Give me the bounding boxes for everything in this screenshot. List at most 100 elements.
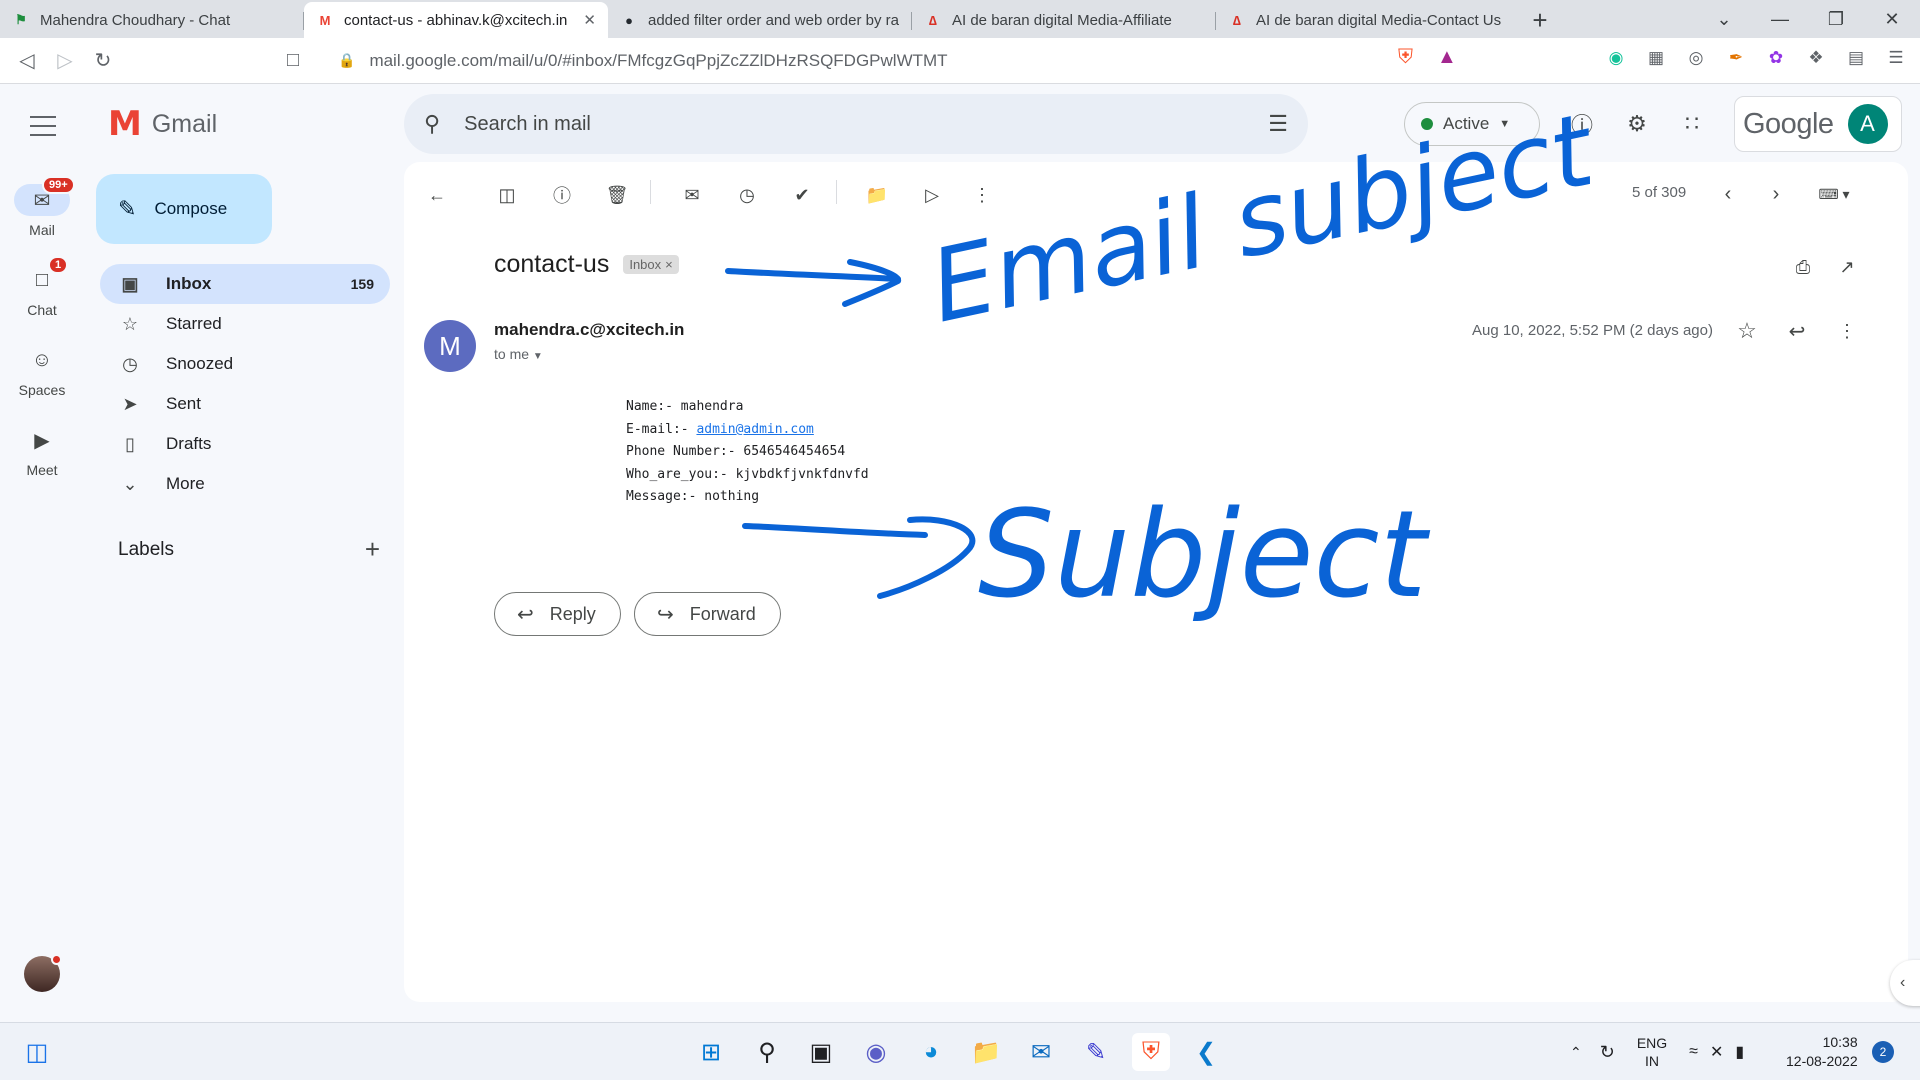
forward-button[interactable]: ↪ Forward bbox=[634, 592, 781, 636]
color-picker-icon[interactable]: ✒ bbox=[1722, 44, 1750, 72]
input-tools-icon[interactable]: ⌨ ▾ bbox=[1810, 180, 1858, 208]
account-switcher[interactable]: Google A bbox=[1734, 96, 1902, 152]
mark-unread-icon[interactable]: ✉ bbox=[677, 180, 707, 210]
status-label: Active bbox=[1443, 114, 1490, 133]
teams-chat-icon[interactable]: ◉ bbox=[857, 1033, 895, 1071]
apps-grid-icon[interactable]: ∷ bbox=[1676, 108, 1708, 140]
search-bar[interactable]: ⚲ Search in mail ☰ bbox=[404, 94, 1308, 154]
extension-icon[interactable]: ▦ bbox=[1642, 44, 1670, 72]
forward-icon[interactable]: ▷ bbox=[46, 42, 84, 80]
compose-button[interactable]: ✎ Compose bbox=[96, 174, 272, 244]
vscode-icon[interactable]: ❮ bbox=[1187, 1033, 1225, 1071]
tab-github[interactable]: ● added filter order and web order by ra bbox=[608, 2, 912, 38]
add-label-icon[interactable]: + bbox=[365, 534, 380, 565]
restore-icon[interactable]: ❐ bbox=[1808, 0, 1864, 38]
nav-drafts[interactable]: ▯ Drafts bbox=[100, 424, 390, 464]
tab-contact-us[interactable]: ∆ AI de baran digital Media-Contact Us bbox=[1216, 2, 1520, 38]
widgets-icon[interactable]: ◫ bbox=[18, 1033, 56, 1071]
rail-spaces[interactable]: ☺ Spaces bbox=[8, 344, 76, 399]
nav-starred[interactable]: ☆ Starred bbox=[100, 304, 390, 344]
rail-chat[interactable]: □ 1 Chat bbox=[8, 256, 76, 318]
rail-mail[interactable]: ✉ 99+ Mail bbox=[8, 176, 76, 238]
newer-chevron-icon[interactable]: ‹ bbox=[1714, 180, 1742, 208]
close-tab-icon[interactable]: ✕ bbox=[583, 11, 596, 29]
file-explorer-icon[interactable]: 📁 bbox=[967, 1033, 1005, 1071]
reload-icon[interactable]: ↻ bbox=[84, 42, 122, 80]
puzzle-icon[interactable]: ❖ bbox=[1802, 44, 1830, 72]
star-icon[interactable]: ☆ bbox=[1732, 316, 1762, 346]
add-task-icon[interactable]: ✔ bbox=[787, 180, 817, 210]
move-to-icon[interactable]: 📁 bbox=[862, 180, 892, 210]
nav-inbox[interactable]: ▣ Inbox 159 bbox=[100, 264, 390, 304]
sender-email[interactable]: mahendra.c@xcitech.in bbox=[494, 320, 684, 340]
tab-chat[interactable]: ⚑ Mahendra Choudhary - Chat bbox=[0, 2, 304, 38]
sender-avatar[interactable]: M bbox=[424, 320, 476, 372]
close-window-icon[interactable]: ✕ bbox=[1864, 0, 1920, 38]
mail-app-icon[interactable]: ✉ bbox=[1022, 1033, 1060, 1071]
lock-icon: 🔒 bbox=[338, 52, 356, 68]
search-icon[interactable]: ⚲ bbox=[748, 1033, 786, 1071]
report-spam-icon[interactable]: ⓘ bbox=[547, 180, 577, 210]
help-icon[interactable]: ⓘ bbox=[1566, 108, 1598, 140]
settings-gear-icon[interactable]: ⚙ bbox=[1621, 108, 1653, 140]
remove-label-icon[interactable]: × bbox=[665, 257, 673, 272]
back-icon[interactable]: ◁ bbox=[8, 42, 46, 80]
brave-shield-icon[interactable]: ⛨ bbox=[1398, 46, 1413, 69]
inbox-label-chip[interactable]: Inbox × bbox=[623, 255, 679, 274]
more-vert-icon[interactable]: ⋮ bbox=[967, 180, 997, 210]
search-icon[interactable]: ⚲ bbox=[424, 111, 440, 137]
wifi-icon[interactable]: ≈ bbox=[1689, 1043, 1698, 1061]
task-view-icon[interactable]: ▣ bbox=[802, 1033, 840, 1071]
nav-sent[interactable]: ➤ Sent bbox=[100, 384, 390, 424]
sync-icon[interactable]: ↻ bbox=[1600, 1042, 1615, 1063]
label-icon[interactable]: ▷ bbox=[917, 180, 947, 210]
nav-snoozed[interactable]: ◷ Snoozed bbox=[100, 344, 390, 384]
open-in-new-window-icon[interactable]: ↗ bbox=[1832, 252, 1862, 282]
paint-app-icon[interactable]: ✎ bbox=[1077, 1033, 1115, 1071]
new-tab-button[interactable]: + bbox=[1520, 2, 1560, 38]
search-input[interactable]: Search in mail bbox=[464, 113, 1268, 136]
extension-icon[interactable]: ◎ bbox=[1682, 44, 1710, 72]
snooze-icon[interactable]: ◷ bbox=[732, 180, 762, 210]
back-to-inbox-icon[interactable]: ← bbox=[422, 180, 452, 210]
tab-search-icon[interactable]: ⌄ bbox=[1696, 0, 1752, 38]
menu-icon[interactable]: ☰ bbox=[1882, 44, 1910, 72]
nav-more[interactable]: ⌄ More bbox=[100, 464, 390, 504]
status-selector[interactable]: Active ▼ bbox=[1404, 102, 1540, 146]
url-bar[interactable]: 🔒 mail.google.com/mail/u/0/#inbox/FMfcgz… bbox=[326, 44, 1386, 78]
older-chevron-icon[interactable]: › bbox=[1762, 180, 1790, 208]
delete-icon[interactable]: 🗑 bbox=[602, 180, 632, 210]
more-vert-icon[interactable]: ⋮ bbox=[1832, 316, 1862, 346]
edge-icon[interactable]: ◕ bbox=[912, 1033, 950, 1071]
reply-icon[interactable]: ↩ bbox=[1782, 316, 1812, 346]
account-avatar[interactable]: A bbox=[1847, 104, 1888, 144]
gmail-logo[interactable]: M Gmail bbox=[108, 104, 217, 144]
tab-affiliate[interactable]: ∆ AI de baran digital Media-Affiliate bbox=[912, 2, 1216, 38]
clock[interactable]: 10:38 12-08-2022 bbox=[1786, 1033, 1858, 1071]
brave-rewards-icon[interactable]: ▲ bbox=[1437, 46, 1457, 69]
tab-gmail-active[interactable]: M contact-us - abhinav.k@xcitech.in ✕ bbox=[304, 2, 608, 38]
start-icon[interactable]: ⊞ bbox=[692, 1033, 730, 1071]
language-indicator[interactable]: ENG IN bbox=[1637, 1034, 1667, 1070]
logo-text: Gmail bbox=[151, 109, 218, 138]
search-options-icon[interactable]: ☰ bbox=[1268, 111, 1288, 137]
bookmark-icon[interactable]: □ bbox=[274, 42, 312, 80]
color-wheel-icon[interactable]: ✿ bbox=[1762, 44, 1790, 72]
archive-icon[interactable]: ◫ bbox=[492, 180, 522, 210]
print-icon[interactable]: ⎙ bbox=[1788, 252, 1818, 282]
rail-meet[interactable]: ▶ Meet bbox=[8, 424, 76, 479]
minimize-icon[interactable]: — bbox=[1752, 0, 1808, 38]
chat-user-avatar[interactable] bbox=[24, 954, 62, 992]
show-hidden-icons-icon[interactable]: ⌃ bbox=[1570, 1044, 1582, 1061]
battery-icon[interactable]: ▮ bbox=[1735, 1042, 1744, 1062]
email-link[interactable]: admin@admin.com bbox=[696, 422, 813, 437]
brave-browser-icon[interactable]: ⛨ bbox=[1132, 1033, 1170, 1071]
recipients[interactable]: to me ▼ bbox=[494, 346, 543, 362]
wallet-icon[interactable]: ▤ bbox=[1842, 44, 1870, 72]
reply-button[interactable]: ↩ Reply bbox=[494, 592, 621, 636]
volume-muted-icon[interactable]: ✕ bbox=[1710, 1042, 1723, 1062]
system-tray: ⌃ ↻ ENG IN ≈ ✕ ▮ bbox=[1570, 1023, 1744, 1080]
caret-down-icon: ▼ bbox=[1499, 118, 1511, 130]
grammarly-icon[interactable]: ◉ bbox=[1602, 44, 1630, 72]
notification-count-badge[interactable]: 2 bbox=[1872, 1041, 1894, 1063]
